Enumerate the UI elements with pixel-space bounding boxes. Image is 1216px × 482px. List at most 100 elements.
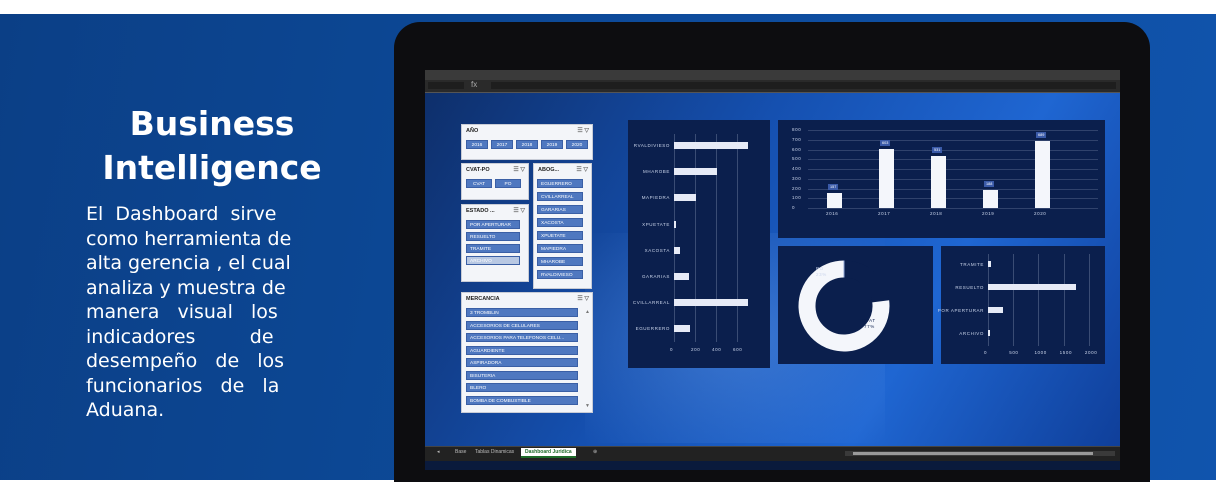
y-gridline [808,169,1098,170]
x-gridline [1063,254,1065,346]
category-label: XACOSTA [644,247,670,253]
sheet-tab[interactable]: Tablas Dinamicas [475,449,514,455]
x-gridline [695,134,696,342]
slice-value-label: 23% [816,272,827,277]
x-tick-label: 2016 [826,211,839,216]
slice-value-label: 77% [864,324,875,329]
data-label: 531 [932,147,943,154]
bar[interactable] [983,189,998,208]
bar[interactable] [988,307,1004,313]
slicer-item-estado[interactable]: ARCHIVO [466,256,520,265]
title-line-2: Intelligence [102,148,322,187]
x-tick-label: 600 [733,347,743,352]
bar[interactable] [674,168,718,176]
bar[interactable] [827,192,842,208]
slice-label: CVAT [862,318,876,323]
slide-description: El Dashboard sirve como herramienta de alt… [86,202,338,423]
title-line-1: Business [129,104,295,143]
slicer-item-year[interactable]: 2019 [541,140,563,149]
slicer-item-abogado[interactable]: GARARIAS [537,205,583,214]
bar[interactable] [674,194,697,202]
y-gridline [808,139,1098,141]
slicer-item-year[interactable]: 2020 [566,140,588,149]
multi-select-icon[interactable]: ☰ ▽ [577,127,589,134]
sheet-tab[interactable]: Base [455,449,466,455]
horizontal-scrollbar[interactable] [845,451,1115,456]
slicer-item-abogado[interactable]: RVALDIVIESO [537,270,583,279]
slicer-year: AÑO ☰ ▽ 2016 2017 2018 2019 2020 [461,124,593,160]
slicer-item-mercancia[interactable]: ACCESORIOS DE CELULARES [466,320,578,330]
donut-slice[interactable] [843,260,890,303]
slicer-item-mercancia[interactable]: ASPIRADORA [466,358,578,367]
scroll-up-icon[interactable]: ▲ [585,309,590,315]
slicer-item-cvat[interactable]: CVAT [466,179,492,188]
description-line: desempeño de los [86,350,285,372]
slicer-item-abogado[interactable]: XACOSTA [537,218,583,227]
name-box[interactable] [428,82,464,89]
y-tick-label: 400 [792,166,802,171]
bar[interactable] [674,299,748,307]
bar[interactable] [674,142,748,149]
slicer-item-mercancia[interactable]: ACCESORIOS PARA TELEFONOS CELU... [466,333,578,342]
x-tick-label: 500 [1009,350,1019,355]
slicer-abogado-header: ABOG... ☰ ▽ [534,164,591,176]
category-label: RVALDIVIESO [633,143,670,148]
slicer-item-year[interactable]: 2018 [516,140,538,149]
x-tick-label: 1500 [1059,350,1073,355]
slicer-item-mercancia[interactable]: BOMBA DE COMBUSTIBLE [466,395,578,405]
slicer-mercancia-title: MERCANCIA [466,296,500,302]
slicer-item-abogado[interactable]: MHAROBE [537,257,583,266]
add-sheet-icon[interactable]: ⊕ [593,449,597,455]
slicer-item-estado[interactable]: TRAMITE [466,244,520,253]
bar[interactable] [674,325,690,333]
slicer-item-estado[interactable]: POR APERTURAR [466,220,520,229]
bar[interactable] [879,149,894,208]
slicer-item-mercancia[interactable]: BISUTERIA [466,370,578,380]
multi-select-icon[interactable]: ☰ ▽ [577,295,589,302]
slicer-item-mercancia[interactable]: BLERO [466,383,578,392]
slicer-item-abogado[interactable]: MAPIEDRA [537,244,583,253]
slicer-cvat-header: CVAT-PO ☰ ▽ [462,164,528,176]
slicer-item-mercancia[interactable]: AGUARDIENTE [466,345,578,355]
formula-input[interactable] [491,82,1116,89]
slicer-item-abogado[interactable]: XPUETATE [537,231,583,240]
dashboard-canvas: AÑO ☰ ▽ 2016 2017 2018 2019 2020 CVAT-PO ☰ ▽ C… [425,93,1120,446]
slicer-item-mercancia[interactable]: 3 TROMBLIN [466,308,578,317]
slicer-item-cvat[interactable]: PO [495,179,521,188]
slicer-item-abogado[interactable]: CVILLARREAL [537,192,583,201]
category-label: ARCHIVO [959,331,984,336]
bar[interactable] [1035,140,1050,208]
slicer-cvat-title: CVAT-PO [466,167,490,173]
bar[interactable] [674,273,689,280]
bar[interactable] [674,246,680,254]
description-line: Aduana. [86,399,165,421]
bar[interactable] [988,330,990,336]
prev-sheet-icon[interactable]: ◂ [437,449,440,455]
bar[interactable] [988,284,1077,290]
fx-icon: fx [471,80,478,89]
category-label: XPUETATE [642,221,670,227]
bar[interactable] [674,220,676,228]
slicer-item-year[interactable]: 2016 [466,140,488,149]
scroll-down-icon[interactable]: ▼ [585,403,590,409]
multi-select-icon[interactable]: ☰ ▽ [513,166,525,173]
multi-select-icon[interactable]: ☰ ▽ [576,166,588,173]
slicer-year-header: AÑO ☰ ▽ [462,125,592,137]
y-gridline [808,178,1098,180]
y-tick-label: 100 [792,195,802,201]
slicer-item-estado[interactable]: RESUELTO [466,232,520,241]
sheet-tab[interactable]: Dashboard Juridica [521,448,576,458]
bar[interactable] [931,156,946,208]
slice-label: PO [816,266,824,271]
y-gridline [808,149,1098,151]
x-tick-label: 1000 [1034,350,1047,355]
bar[interactable] [988,261,992,267]
multi-select-icon[interactable]: ☰ ▽ [513,207,525,214]
x-gridline [737,134,738,342]
scrollbar-thumb[interactable] [853,452,1093,455]
excel-formula-bar: fx [425,80,1120,93]
x-gridline [674,134,675,342]
slicer-item-abogado[interactable]: EGUERRERO [537,179,583,188]
sheet-tab-bar: ◂ ⊕ Base Tablas Dinamicas Dashboard Juridi… [425,446,1120,461]
slicer-item-year[interactable]: 2017 [491,140,513,149]
